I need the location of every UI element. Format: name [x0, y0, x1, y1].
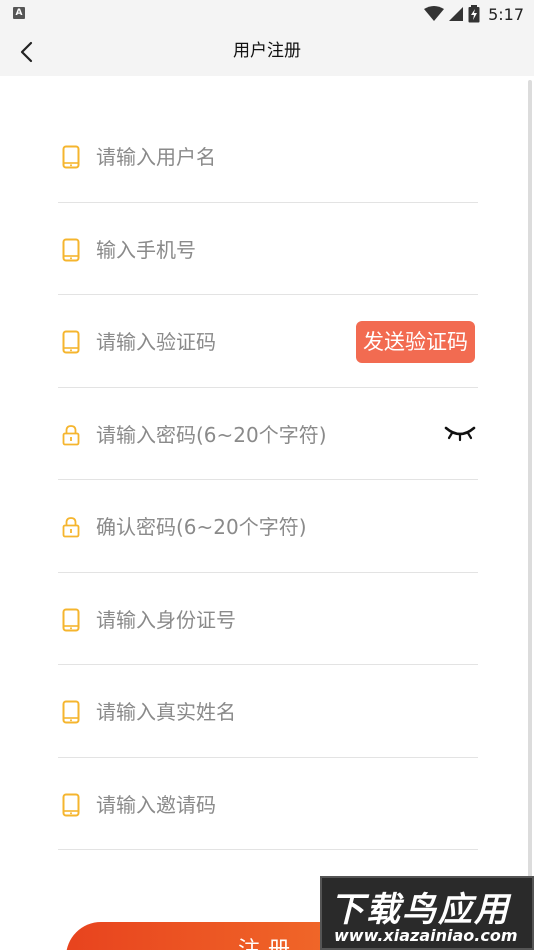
real-name-row	[58, 665, 478, 758]
confirm-password-row	[58, 480, 478, 573]
page-title: 用户注册	[233, 41, 301, 61]
password-input[interactable]	[96, 417, 376, 452]
status-icons: 5:17	[424, 3, 524, 25]
notification-app-icon: A	[13, 7, 25, 19]
phone-row	[58, 203, 478, 295]
status-bar: A 5:17	[0, 0, 534, 28]
eye-closed-icon[interactable]	[444, 424, 476, 444]
phone-input[interactable]	[96, 232, 376, 267]
lock-icon	[62, 424, 80, 445]
scrollbar[interactable]	[528, 80, 532, 880]
watermark-url: www.xiazainiao.com	[334, 926, 518, 945]
status-time: 5:17	[488, 4, 524, 24]
password-row	[58, 388, 478, 480]
register-form: 发送验证码	[58, 110, 478, 850]
real-name-input[interactable]	[96, 695, 376, 729]
nav-bar: 用户注册	[0, 28, 534, 76]
phone-icon	[62, 608, 80, 631]
username-input[interactable]	[96, 140, 376, 174]
verify-code-row: 发送验证码	[58, 295, 478, 388]
invite-code-input[interactable]	[96, 787, 376, 822]
phone-icon	[62, 238, 80, 261]
watermark-title: 下载鸟应用	[330, 890, 510, 930]
phone-icon	[62, 793, 80, 816]
battery-icon	[468, 5, 480, 23]
invite-code-row	[58, 758, 478, 850]
phone-icon	[62, 700, 80, 724]
verify-code-input[interactable]	[96, 325, 336, 359]
id-card-input[interactable]	[96, 602, 376, 637]
phone-icon	[62, 330, 80, 354]
send-code-button[interactable]: 发送验证码	[356, 321, 475, 363]
id-card-row	[58, 573, 478, 665]
confirm-password-input[interactable]	[96, 510, 376, 544]
lock-icon	[62, 517, 80, 538]
watermark-logo: 下载鸟应用 www.xiazainiao.com	[320, 876, 534, 950]
cellular-signal-icon	[449, 7, 464, 21]
wifi-icon	[424, 6, 445, 21]
phone-icon	[62, 145, 80, 169]
username-row	[58, 110, 478, 203]
